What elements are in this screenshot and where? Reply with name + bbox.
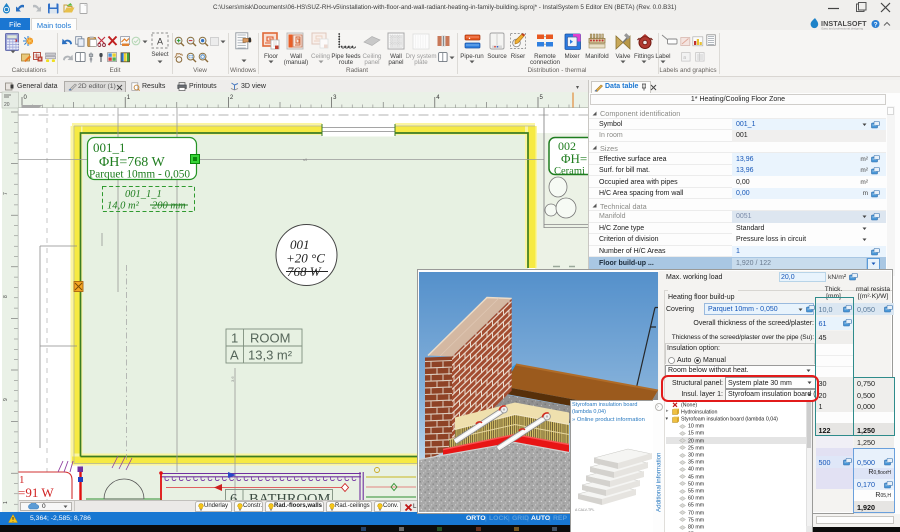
svg-text:7: 7	[3, 192, 9, 195]
svg-text:ΦH=: ΦH=	[561, 151, 587, 166]
svg-text:001_1_1: 001_1_1	[125, 189, 162, 200]
svg-text:Parquet 10mm - 0,050: Parquet 10mm - 0,050	[89, 169, 190, 181]
svg-text:Additional information: Additional information	[656, 451, 663, 511]
svg-text:200 mm: 200 mm	[152, 201, 186, 212]
svg-text:14,0 m²: 14,0 m²	[107, 201, 140, 212]
svg-text:001_1: 001_1	[93, 140, 126, 155]
svg-text:1: 1	[231, 331, 238, 346]
svg-text:13,3 m²: 13,3 m²	[248, 348, 293, 363]
svg-text:3.6: 3.6	[230, 376, 235, 382]
svg-text:20: 20	[4, 102, 10, 108]
svg-text:ROOM: ROOM	[250, 331, 290, 346]
svg-text:1: 1	[3, 501, 9, 504]
svg-text:8: 8	[3, 295, 9, 298]
svg-text:=91 W: =91 W	[18, 485, 54, 500]
svg-text:9: 9	[3, 398, 9, 401]
svg-text:Cerami: Cerami	[554, 166, 585, 177]
svg-text:A: A	[230, 348, 239, 363]
